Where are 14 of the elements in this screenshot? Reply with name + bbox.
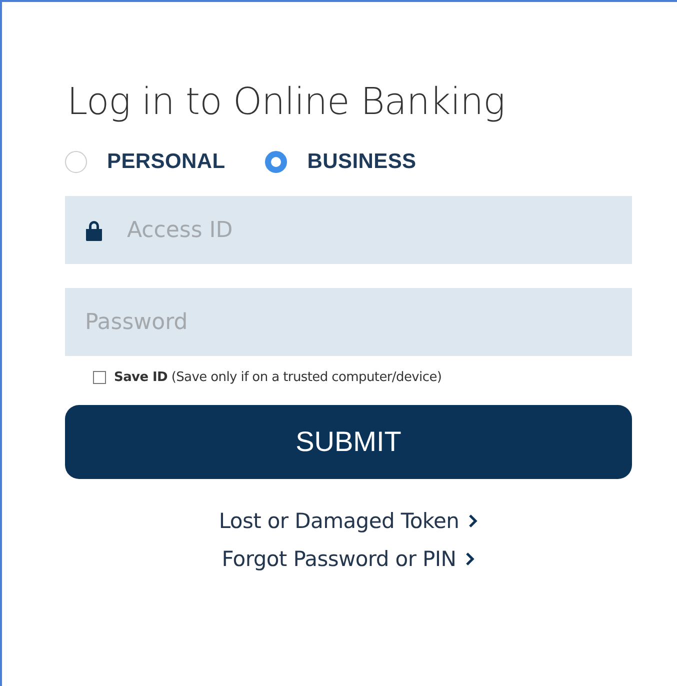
login-title: Log in to Online Banking <box>67 79 506 125</box>
account-type-radio[interactable]: PERSONAL <box>65 150 226 174</box>
password-field[interactable]: Password <box>65 288 632 356</box>
radio-icon[interactable] <box>65 151 87 173</box>
account-type-radio[interactable]: BUSINESS <box>265 150 416 174</box>
radio-icon[interactable] <box>265 151 288 173</box>
save-id-label: Save ID (Save only if on a trusted computer/device) <box>114 370 442 385</box>
chevron-icon <box>465 552 476 566</box>
save-id-checkbox[interactable] <box>93 371 106 384</box>
help-link[interactable]: Lost or Damaged Token <box>218 509 478 533</box>
help-link[interactable]: Forgot Password or PIN <box>222 547 476 571</box>
access-id-field[interactable]: Access ID <box>65 196 632 264</box>
chevron-icon <box>468 514 478 528</box>
submit-button[interactable]: SUBMIT <box>65 405 632 479</box>
